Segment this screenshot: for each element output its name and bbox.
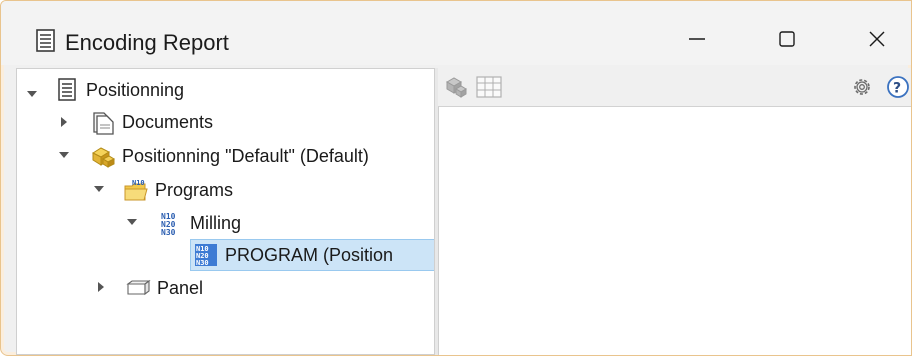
tree-item-panel[interactable]: Panel: [125, 273, 203, 303]
maximize-icon: [779, 31, 795, 47]
svg-text:?: ?: [893, 81, 901, 97]
tree-item-label: Positionning "Default" (Default): [122, 146, 369, 166]
part-config-icon: [90, 143, 116, 169]
expand-arrow-icon[interactable]: [58, 116, 70, 128]
help-icon[interactable]: ?: [886, 75, 910, 104]
report-pane: ?: [438, 68, 911, 355]
report-icon: [54, 77, 80, 103]
nc-code-icon: N10 N20 N30: [158, 210, 184, 237]
report-content-area: [438, 106, 911, 355]
minimize-button[interactable]: [652, 15, 742, 63]
tree-item-label: Milling: [190, 213, 242, 233]
tree-item-documents[interactable]: Documents: [90, 107, 213, 137]
svg-text:N30: N30: [196, 259, 209, 267]
documents-icon: [90, 109, 116, 135]
tree-item-positionning[interactable]: Positionning: [54, 75, 184, 105]
panel-icon: [125, 275, 151, 301]
feature-tree[interactable]: Positionning Documents Positionning "Def…: [16, 68, 434, 355]
collapse-arrow-icon[interactable]: [26, 88, 38, 100]
settings-gear-icon[interactable]: [850, 75, 874, 104]
table-view-icon[interactable]: [476, 76, 502, 103]
maximize-button[interactable]: [742, 15, 832, 63]
tree-item-programs[interactable]: N10 Programs: [123, 175, 233, 205]
tree-item-label: Positionning: [86, 80, 185, 100]
tree-item-milling[interactable]: N10 N20 N30 Milling: [158, 208, 241, 238]
tree-item-positionning-default[interactable]: Positionning "Default" (Default): [90, 141, 369, 171]
close-button[interactable]: [832, 15, 911, 63]
tree-item-label: Panel: [157, 278, 204, 298]
report-icon: [35, 29, 57, 53]
svg-text:N10: N10: [132, 179, 145, 187]
collapse-arrow-icon[interactable]: [126, 216, 138, 228]
report-toolbar: ?: [438, 68, 911, 106]
part-view-icon[interactable]: [444, 74, 468, 103]
expand-arrow-icon[interactable]: [95, 281, 107, 293]
window-title: Encoding Report: [65, 30, 229, 55]
tree-item-label: PROGRAM (Position: [225, 245, 394, 265]
collapse-arrow-icon[interactable]: [58, 149, 70, 161]
programs-folder-icon: N10: [123, 177, 149, 203]
tree-item-program[interactable]: N10 N20 N30 PROGRAM (Position: [190, 239, 434, 271]
collapse-arrow-icon[interactable]: [93, 183, 105, 195]
nc-program-icon: N10 N20 N30: [193, 242, 219, 268]
minimize-icon: [689, 38, 705, 40]
tree-item-label: Documents: [122, 112, 214, 132]
encoding-report-window: Encoding Report Positionning Documents P…: [0, 0, 912, 356]
tree-item-label: Programs: [155, 180, 234, 200]
title-bar[interactable]: Encoding Report: [1, 1, 911, 65]
close-icon: [869, 31, 885, 47]
svg-text:N30: N30: [161, 228, 176, 236]
